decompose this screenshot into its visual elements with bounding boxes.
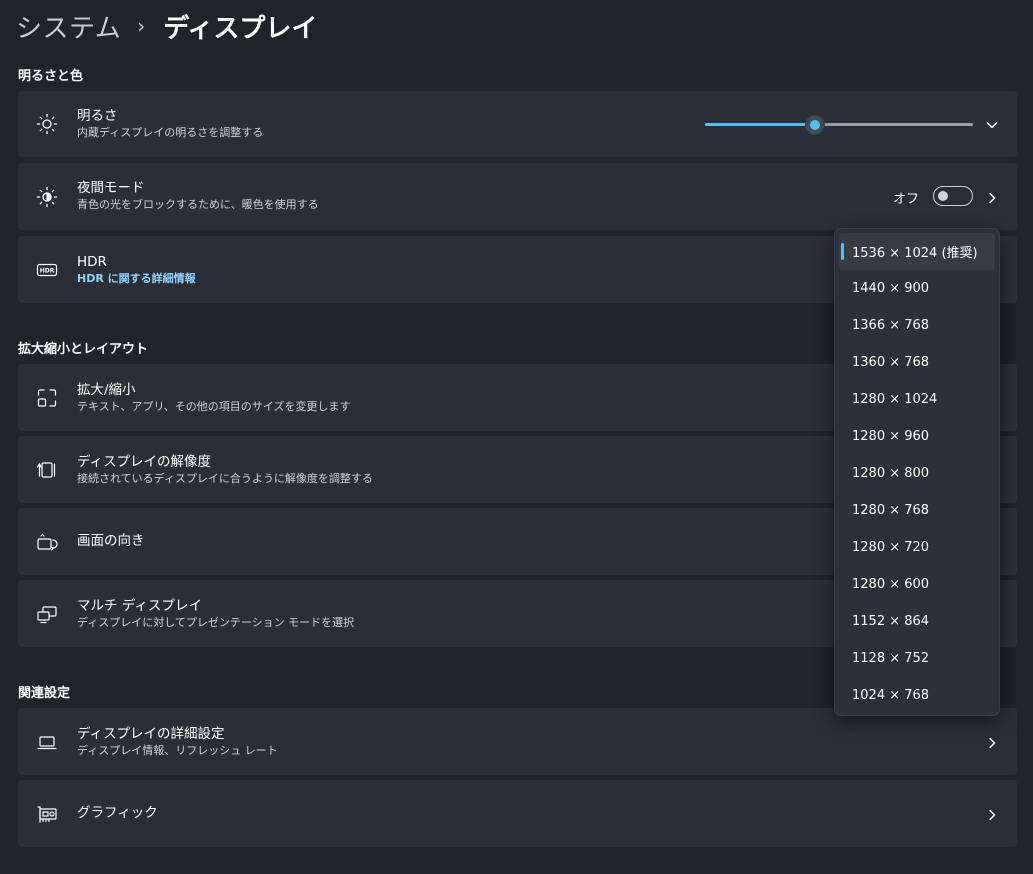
screen-rotation-icon [36, 531, 58, 553]
svg-text:HDR: HDR [40, 267, 55, 274]
breadcrumb-system-link[interactable]: システム [16, 8, 121, 45]
resolution-option[interactable]: 1280 × 720 [839, 529, 995, 566]
scale-icon [36, 387, 58, 409]
resolution-option[interactable]: 1024 × 768 [839, 677, 995, 714]
section-title-scale-layout: 拡大縮小とレイアウト [18, 342, 149, 357]
laptop-icon [36, 731, 58, 753]
resolution-option[interactable]: 1440 × 900 [839, 270, 995, 307]
hdr-texts: HDR HDR に関する詳細情報 [77, 253, 196, 287]
slider-fill [705, 123, 815, 126]
brightness-texts: 明るさ 内蔵ディスプレイの明るさを調整する [77, 107, 263, 141]
resolution-icon [36, 459, 58, 481]
chevron-down-icon[interactable] [985, 117, 999, 131]
night-mode-state-label: オフ [892, 192, 919, 207]
scale-texts: 拡大/縮小 テキスト、アプリ、その他の項目のサイズを変更します [77, 381, 350, 415]
resolution-title: ディスプレイの解像度 [77, 454, 212, 470]
orientation-title: 画面の向き [77, 533, 145, 549]
resolution-option[interactable]: 1152 × 864 [839, 603, 995, 640]
section-title-brightness-color: 明るさと色 [18, 69, 84, 84]
brightness-slider[interactable] [705, 115, 973, 135]
brightness-card[interactable]: 明るさ 内蔵ディスプレイの明るさを調整する [18, 91, 1017, 157]
night-mode-card[interactable]: 夜間モード 青色の光をブロックするために、暖色を使用する オフ [18, 163, 1017, 230]
night-mode-title: 夜間モード [77, 180, 145, 196]
night-mode-subtitle: 青色の光をブロックするために、暖色を使用する [77, 198, 319, 211]
sun-icon [36, 113, 58, 135]
multi-display-icon [36, 603, 58, 625]
chevron-right-icon[interactable] [985, 735, 999, 749]
toggle-knob [938, 191, 948, 201]
advanced-display-texts: ディスプレイの詳細設定 ディスプレイ情報、リフレッシュ レート [77, 725, 278, 759]
resolution-option[interactable]: 1280 × 960 [839, 418, 995, 455]
brightness-title: 明るさ [77, 108, 118, 124]
chevron-right-icon[interactable] [985, 807, 999, 821]
multi-display-title: マルチ ディスプレイ [77, 598, 202, 614]
resolution-texts: ディスプレイの解像度 接続されているディスプレイに合うように解像度を調整する [77, 453, 373, 487]
multi-display-texts: マルチ ディスプレイ ディスプレイに対してプレゼンテーション モードを選択 [77, 597, 354, 631]
advanced-display-title: ディスプレイの詳細設定 [77, 726, 225, 742]
page-title: ディスプレイ [163, 13, 318, 44]
graphics-card[interactable]: グラフィック [18, 780, 1017, 847]
resolution-option[interactable]: 1280 × 600 [839, 566, 995, 603]
hdr-title: HDR [77, 254, 107, 270]
resolution-option[interactable]: 1360 × 768 [839, 344, 995, 381]
scale-subtitle: テキスト、アプリ、その他の項目のサイズを変更します [77, 400, 351, 413]
hdr-icon: HDR [36, 259, 58, 281]
hdr-info-link[interactable]: HDR に関する詳細情報 [77, 271, 196, 287]
resolution-subtitle: 接続されているディスプレイに合うように解像度を調整する [77, 472, 373, 485]
graphics-card-icon [36, 803, 58, 825]
scale-title: 拡大/縮小 [77, 382, 136, 398]
slider-thumb[interactable] [804, 115, 825, 135]
night-mode-toggle[interactable] [933, 186, 973, 206]
graphics-texts: グラフィック [77, 804, 158, 822]
breadcrumb-separator: › [137, 14, 146, 38]
orientation-texts: 画面の向き [77, 532, 145, 550]
resolution-option[interactable]: 1280 × 1024 [839, 381, 995, 418]
night-light-icon [36, 186, 58, 208]
resolution-option[interactable]: 1280 × 768 [839, 492, 995, 529]
resolution-option[interactable]: 1366 × 768 [839, 307, 995, 344]
graphics-title: グラフィック [77, 805, 158, 821]
display-settings-page: システム › ディスプレイ 明るさと色 明るさ 内蔵ディスプレイの明るさを調整す… [0, 0, 1033, 874]
multi-display-subtitle: ディスプレイに対してプレゼンテーション モードを選択 [77, 616, 355, 629]
resolution-option[interactable]: 1536 × 1024 (推奨) [839, 233, 995, 270]
night-mode-texts: 夜間モード 青色の光をブロックするために、暖色を使用する [77, 179, 319, 213]
advanced-display-subtitle: ディスプレイ情報、リフレッシュ レート [77, 744, 278, 757]
brightness-subtitle: 内蔵ディスプレイの明るさを調整する [77, 126, 264, 139]
section-title-related: 関連設定 [18, 686, 71, 701]
resolution-option[interactable]: 1128 × 752 [839, 640, 995, 677]
resolution-option[interactable]: 1280 × 800 [839, 455, 995, 492]
advanced-display-card[interactable]: ディスプレイの詳細設定 ディスプレイ情報、リフレッシュ レート [18, 708, 1017, 775]
chevron-right-icon[interactable] [985, 190, 999, 204]
breadcrumb: システム › ディスプレイ [16, 8, 317, 44]
resolution-dropdown: 1536 × 1024 (推奨) 1440 × 900 1366 × 768 1360… [834, 228, 1000, 716]
